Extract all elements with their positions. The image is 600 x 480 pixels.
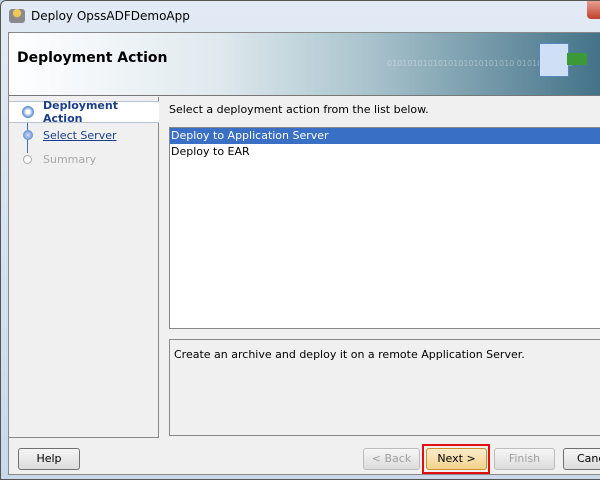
action-description: Create an archive and deploy it on a rem… bbox=[169, 339, 600, 436]
window-title: Deploy OpssADFDemoApp bbox=[31, 9, 190, 23]
step-label: Deployment Action bbox=[43, 99, 118, 125]
step-deployment-action[interactable]: Deployment Action bbox=[9, 99, 159, 125]
deploy-windows-icon bbox=[539, 43, 569, 77]
finish-button[interactable]: Finish bbox=[494, 448, 555, 470]
app-icon bbox=[9, 9, 25, 23]
deploy-arrow-icon bbox=[567, 53, 587, 65]
deploy-dialog: Deploy OpssADFDemoApp Deployment Action … bbox=[0, 0, 600, 480]
close-button[interactable] bbox=[587, 1, 600, 19]
cancel-button[interactable]: Cancel bbox=[563, 448, 600, 470]
page-title: Deployment Action bbox=[17, 50, 168, 66]
step-summary: Summary bbox=[9, 148, 159, 170]
step-node-icon bbox=[23, 154, 32, 164]
deployment-action-list[interactable]: Deploy to Application Server Deploy to E… bbox=[169, 127, 600, 329]
next-button-highlight bbox=[422, 444, 490, 474]
step-select-server[interactable]: Select Server bbox=[9, 124, 159, 146]
back-button[interactable]: < Back bbox=[363, 448, 420, 470]
header-banner: Deployment Action 0101010101010101010101… bbox=[9, 33, 600, 96]
help-button[interactable]: Help bbox=[18, 448, 80, 470]
title-bar: Deploy OpssADFDemoApp bbox=[9, 1, 190, 31]
step-label: Summary bbox=[43, 152, 97, 166]
current-step-icon bbox=[22, 106, 34, 118]
list-item[interactable]: Deploy to EAR bbox=[170, 144, 600, 160]
dialog-body: Deployment Action 0101010101010101010101… bbox=[8, 32, 600, 475]
wizard-steps: Deployment Action Select Server Summary bbox=[9, 97, 159, 438]
instruction-text: Select a deployment action from the list… bbox=[169, 103, 429, 116]
step-label[interactable]: Select Server bbox=[43, 129, 117, 142]
step-node-icon bbox=[23, 130, 33, 140]
list-item[interactable]: Deploy to Application Server bbox=[170, 128, 600, 144]
